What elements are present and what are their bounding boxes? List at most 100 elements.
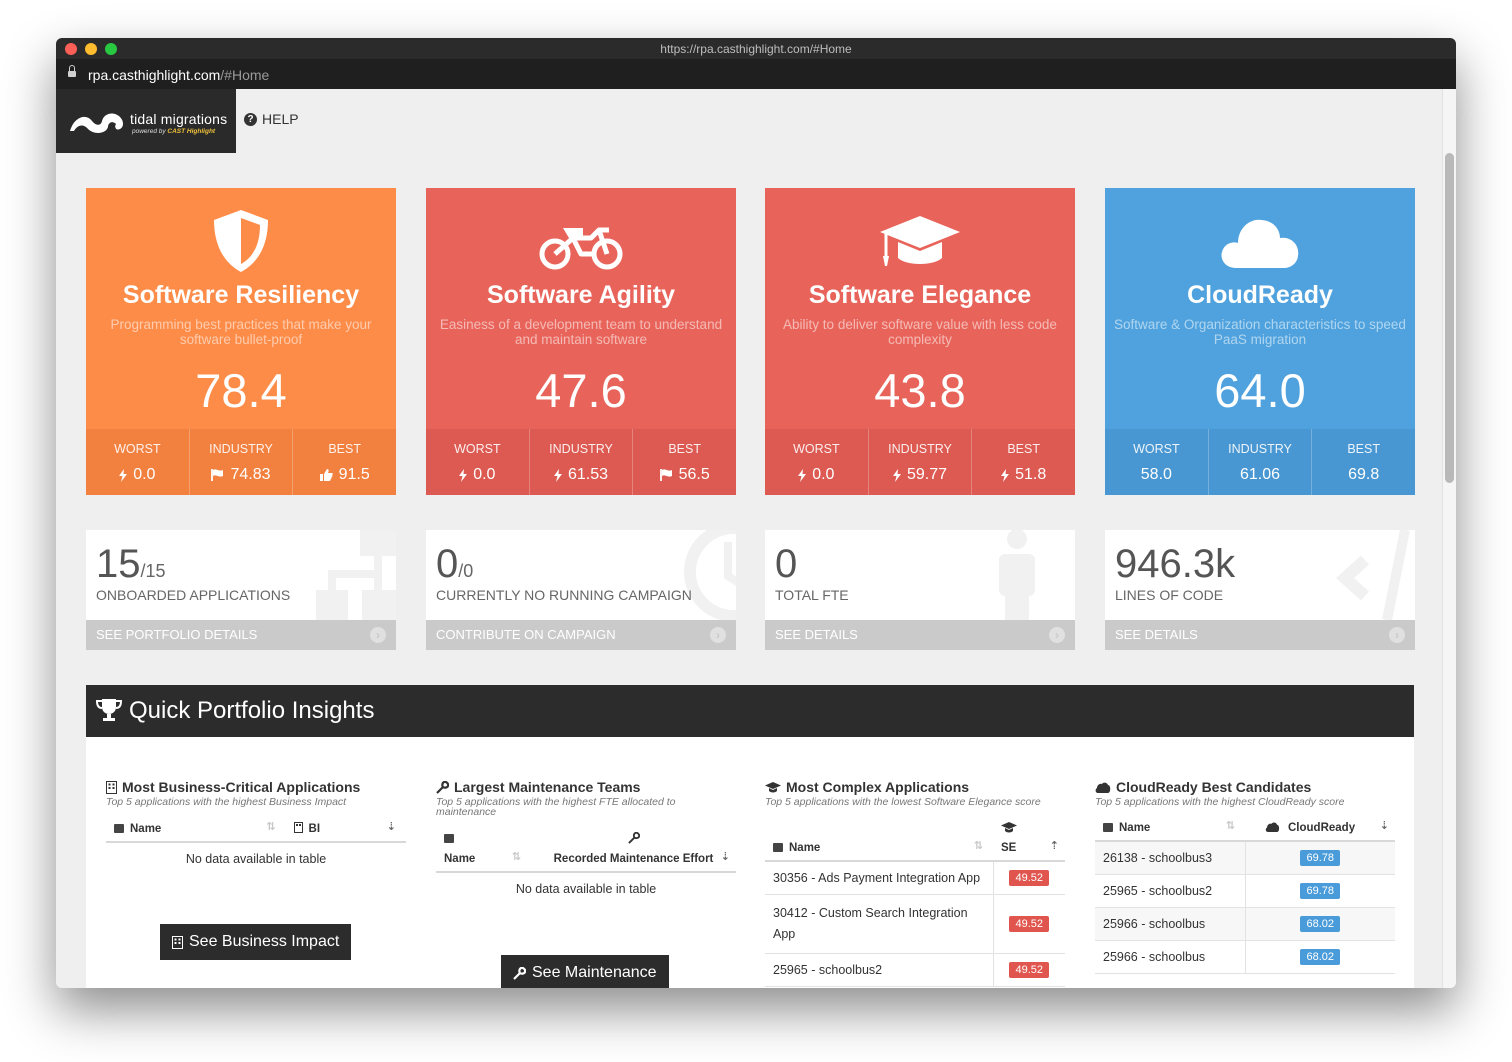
sort-icon: ⇅: [266, 821, 276, 833]
kpi-number: 946.3k: [1115, 542, 1236, 586]
stat-label: BEST: [1007, 442, 1040, 456]
stat-label: WORST: [114, 442, 161, 456]
metric-card-agility[interactable]: Software Agility Easiness of a developme…: [426, 188, 736, 495]
maintenance-table: Name ⇅ Recorded Maintenance Effort ⇣ No da…: [436, 826, 736, 905]
contribute-on-campaign-link[interactable]: CONTRIBUTE ON CAMPAIGN ›: [426, 620, 736, 650]
panel-description: Top 5 applications with the highest Clou…: [1095, 796, 1345, 808]
metric-title: Software Agility: [487, 281, 675, 309]
sort-icon: ⇅: [973, 840, 983, 852]
metric-card-cloudready[interactable]: CloudReady Software & Organization chara…: [1105, 188, 1415, 495]
panel-title: Largest Maintenance Teams: [436, 779, 736, 795]
stat-best: BEST 91.5: [293, 429, 396, 495]
page-scrollbar[interactable]: [1442, 89, 1456, 988]
kpi-link-label: SEE DETAILS: [775, 627, 858, 642]
panel-title-text: CloudReady Best Candidates: [1116, 779, 1312, 795]
arrow-circle-right-icon: ›: [370, 627, 386, 643]
panel-description: Top 5 applications with the highest FTE …: [436, 796, 676, 818]
column-label: CloudReady: [1288, 822, 1356, 834]
scrollbar-thumb[interactable]: [1445, 153, 1454, 483]
panel-title-text: Most Complex Applications: [786, 779, 970, 795]
bolt-icon: [459, 468, 468, 482]
cloud-icon: [1265, 822, 1280, 832]
kpi-label: LINES OF CODE: [1115, 587, 1224, 603]
table-row[interactable]: 25965 - schoolbus2 49.52: [765, 953, 1065, 987]
metric-card-elegance[interactable]: Software Elegance Ability to deliver sof…: [765, 188, 1075, 495]
app-name: 30356 - Ads Payment Integration App: [765, 861, 993, 895]
metric-stats: WORST 0.0 INDUSTRY 61.53 BEST 56.5: [426, 429, 736, 495]
column-label: SE: [1001, 842, 1017, 854]
metric-card-resiliency[interactable]: Software Resiliency Programming best pra…: [86, 188, 396, 495]
metric-score: 78.4: [195, 364, 287, 417]
column-label: Name: [1119, 822, 1151, 834]
app-logo[interactable]: tidal migrations powered by CAST Highlig…: [56, 89, 236, 153]
see-maintenance-button[interactable]: See Maintenance: [501, 955, 669, 988]
column-header-se[interactable]: SE ⇡: [993, 816, 1065, 862]
button-label: See Business Impact: [189, 933, 340, 950]
bolt-icon: [892, 468, 901, 482]
sort-asc-icon: ⇡: [1049, 840, 1059, 852]
table-row[interactable]: 26138 - schoolbus3 69.78: [1095, 841, 1395, 875]
stat-industry: INDUSTRY 61.06: [1209, 429, 1313, 495]
panel-cloudready: CloudReady Best Candidates Top 5 applica…: [1095, 779, 1395, 974]
bolt-icon: [119, 468, 128, 482]
stat-label: INDUSTRY: [209, 442, 273, 456]
column-label: Recorded Maintenance Effort: [553, 853, 714, 865]
stat-value: 51.8: [1015, 466, 1047, 483]
table-row[interactable]: 30356 - Ads Payment Integration App 49.52: [765, 861, 1065, 895]
panel-description: Top 5 applications with the lowest Softw…: [765, 796, 1041, 808]
address-bar[interactable]: rpa.casthighlight.com/#Home: [56, 60, 1456, 89]
panel-title: Most Complex Applications: [765, 779, 1065, 795]
flag-icon: [659, 469, 672, 481]
kpi-sub: /0: [458, 561, 474, 581]
kpi-value: 0: [775, 542, 797, 587]
table-row[interactable]: 30412 - Custom Search Integration App 49.…: [765, 894, 1065, 954]
arrow-circle-right-icon: ›: [1049, 627, 1065, 643]
column-header-name[interactable]: Name ⇅: [106, 816, 286, 843]
score-badge: 69.78: [1300, 850, 1341, 866]
panel-title: Most Business-Critical Applications: [106, 779, 406, 795]
bolt-icon: [1001, 468, 1010, 482]
wrench-icon: [436, 780, 449, 794]
clock-icon: [684, 530, 736, 622]
column-header-effort[interactable]: Recorded Maintenance Effort ⇣: [531, 826, 736, 873]
graduation-cap-icon: [765, 781, 781, 792]
metric-title: Software Elegance: [808, 281, 1032, 309]
column-header-cloudready[interactable]: CloudReady ⇣: [1245, 816, 1395, 842]
metric-description: Ability to deliver software value with l…: [783, 317, 1057, 347]
table-row[interactable]: 25966 - schoolbus 68.02: [1095, 907, 1395, 941]
sort-desc-icon: ⇣: [720, 851, 730, 863]
metric-score: 64.0: [1214, 364, 1306, 417]
address-url[interactable]: rpa.casthighlight.com/#Home: [88, 67, 269, 83]
kpi-sub: /15: [140, 561, 166, 581]
se-cell: 49.52: [992, 861, 1065, 895]
see-business-impact-button[interactable]: See Business Impact: [160, 924, 352, 960]
table-row[interactable]: 25966 - schoolbus 68.02: [1095, 940, 1395, 974]
kpi-label: CURRENTLY NO RUNNING CAMPAIGN: [436, 587, 692, 603]
logo-sub-prefix: powered by: [132, 128, 166, 135]
table-row[interactable]: 25965 - schoolbus2 69.78: [1095, 874, 1395, 908]
column-header-bi[interactable]: BI ⇣: [285, 816, 406, 843]
cloudready-cell: 68.02: [1244, 907, 1395, 941]
app-name: 30412 - Custom Search Integration App: [765, 894, 993, 954]
se-cell: 49.52: [992, 953, 1065, 987]
stat-value: 0.0: [473, 466, 496, 483]
help-link[interactable]: ? HELP: [244, 111, 299, 127]
se-cell: 49.52: [992, 894, 1065, 954]
see-fte-details-link[interactable]: SEE DETAILS ›: [765, 620, 1075, 650]
column-header-name[interactable]: Name ⇅: [765, 816, 993, 862]
person-icon: [999, 530, 1035, 630]
cloudready-cell: 68.02: [1244, 940, 1395, 974]
see-loc-details-link[interactable]: SEE DETAILS ›: [1105, 620, 1415, 650]
logo-subtitle: powered by CAST Highlight: [132, 128, 215, 135]
building-icon: [293, 822, 303, 833]
kpi-value: 946.3k: [1115, 542, 1235, 587]
score-badge: 49.52: [1009, 870, 1050, 886]
column-header-name[interactable]: Name ⇅: [436, 826, 531, 873]
button-label: See Maintenance: [532, 964, 657, 981]
insights-body: Most Business-Critical Applications Top …: [86, 737, 1414, 988]
see-portfolio-details-link[interactable]: SEE PORTFOLIO DETAILS ›: [86, 620, 396, 650]
app-name: 25965 - schoolbus2: [1095, 874, 1245, 908]
score-badge: 68.02: [1300, 949, 1341, 965]
stat-label: WORST: [1133, 442, 1180, 456]
column-header-name[interactable]: Name ⇅: [1095, 816, 1245, 842]
